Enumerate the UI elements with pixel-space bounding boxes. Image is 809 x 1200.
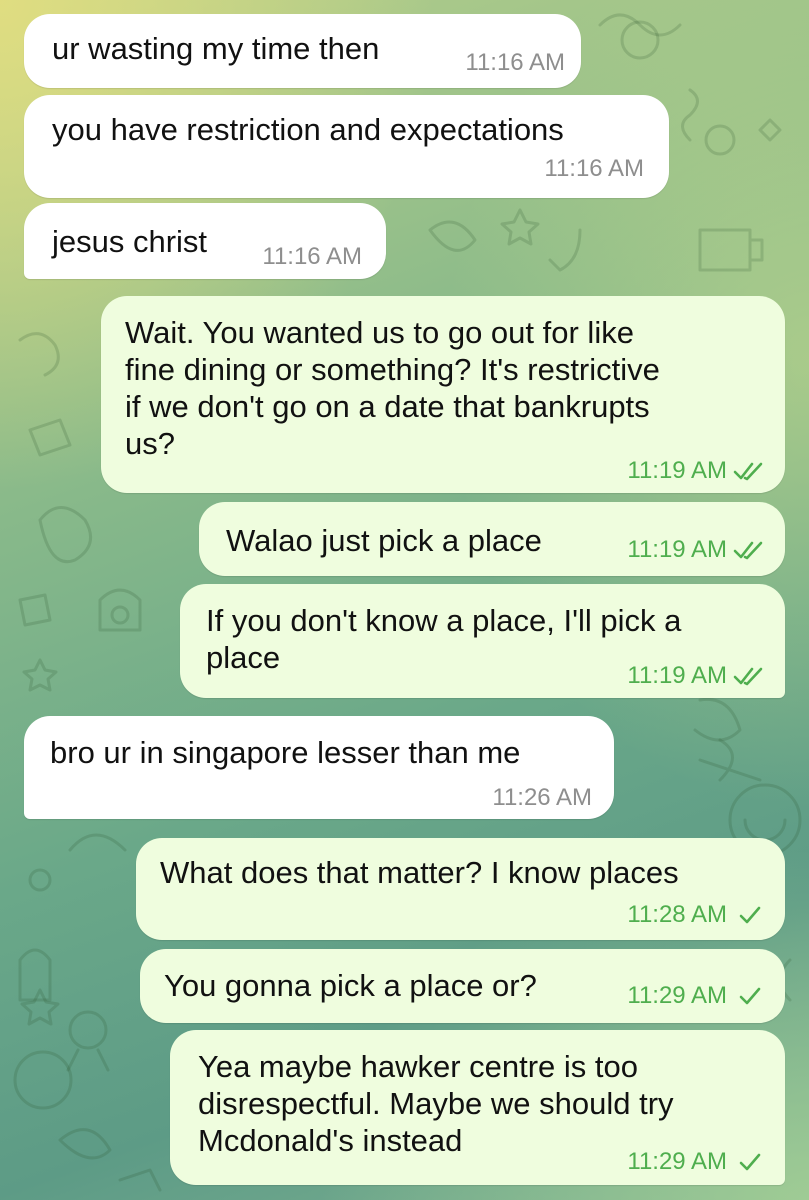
message-text: If you don't know a place, I'll pick a p… <box>206 603 682 675</box>
message-time: 11:28 AM <box>627 901 767 929</box>
message-outgoing[interactable]: Yea maybe hawker centre is too disrespec… <box>170 1030 785 1185</box>
message-timestamp: 11:19 AM <box>627 662 727 689</box>
message-timestamp: 11:19 AM <box>627 536 727 563</box>
message-incoming[interactable]: you have restriction and expectations 11… <box>24 95 669 198</box>
chat-history: ur wasting my time then 11:16 AM you hav… <box>0 0 809 1200</box>
message-outgoing[interactable]: You gonna pick a place or? 11:29 AM <box>140 949 785 1023</box>
message-timestamp: 11:28 AM <box>627 901 727 928</box>
message-text: Walao just pick a place <box>226 523 542 558</box>
message-timestamp: 11:16 AM <box>262 243 362 270</box>
message-text: bro ur in singapore lesser than me <box>50 735 521 770</box>
message-incoming[interactable]: bro ur in singapore lesser than me 11:26… <box>24 716 614 819</box>
double-check-icon <box>733 541 763 560</box>
message-text: jesus christ <box>52 224 208 259</box>
message-outgoing[interactable]: Walao just pick a place 11:19 AM <box>199 502 785 576</box>
message-incoming[interactable]: jesus christ 11:16 AM <box>24 203 386 279</box>
double-check-icon <box>733 667 763 686</box>
message-time: 11:29 AM <box>627 982 767 1010</box>
message-outgoing[interactable]: Wait. You wanted us to go out for like f… <box>101 296 785 493</box>
double-check-icon <box>733 462 763 481</box>
message-timestamp: 11:26 AM <box>492 784 592 811</box>
message-time: 11:26 AM <box>492 784 592 812</box>
message-time: 11:19 AM <box>627 536 767 564</box>
message-text: Yea maybe hawker centre is too disrespec… <box>198 1049 674 1158</box>
message-timestamp: 11:16 AM <box>465 49 565 76</box>
message-text: Wait. You wanted us to go out for like f… <box>125 315 660 461</box>
message-time: 11:29 AM <box>627 1148 767 1176</box>
message-text: You gonna pick a place or? <box>164 968 537 1003</box>
single-check-icon <box>739 1153 761 1171</box>
message-time: 11:19 AM <box>627 457 767 485</box>
message-outgoing[interactable]: If you don't know a place, I'll pick a p… <box>180 584 785 698</box>
message-time: 11:16 AM <box>262 243 362 271</box>
message-outgoing[interactable]: What does that matter? I know places 11:… <box>136 838 785 940</box>
message-timestamp: 11:19 AM <box>627 457 727 484</box>
message-timestamp: 11:29 AM <box>627 1148 727 1175</box>
message-text: ur wasting my time then <box>52 31 380 66</box>
message-time: 11:16 AM <box>465 49 565 77</box>
message-incoming[interactable]: ur wasting my time then 11:16 AM <box>24 14 581 88</box>
single-check-icon <box>739 906 761 924</box>
message-time: 11:16 AM <box>544 155 644 183</box>
message-text: What does that matter? I know places <box>160 855 679 890</box>
single-check-icon <box>739 987 761 1005</box>
message-text: you have restriction and expectations <box>52 112 564 147</box>
message-timestamp: 11:29 AM <box>627 982 727 1009</box>
message-timestamp: 11:16 AM <box>544 155 644 182</box>
message-time: 11:19 AM <box>627 662 767 690</box>
